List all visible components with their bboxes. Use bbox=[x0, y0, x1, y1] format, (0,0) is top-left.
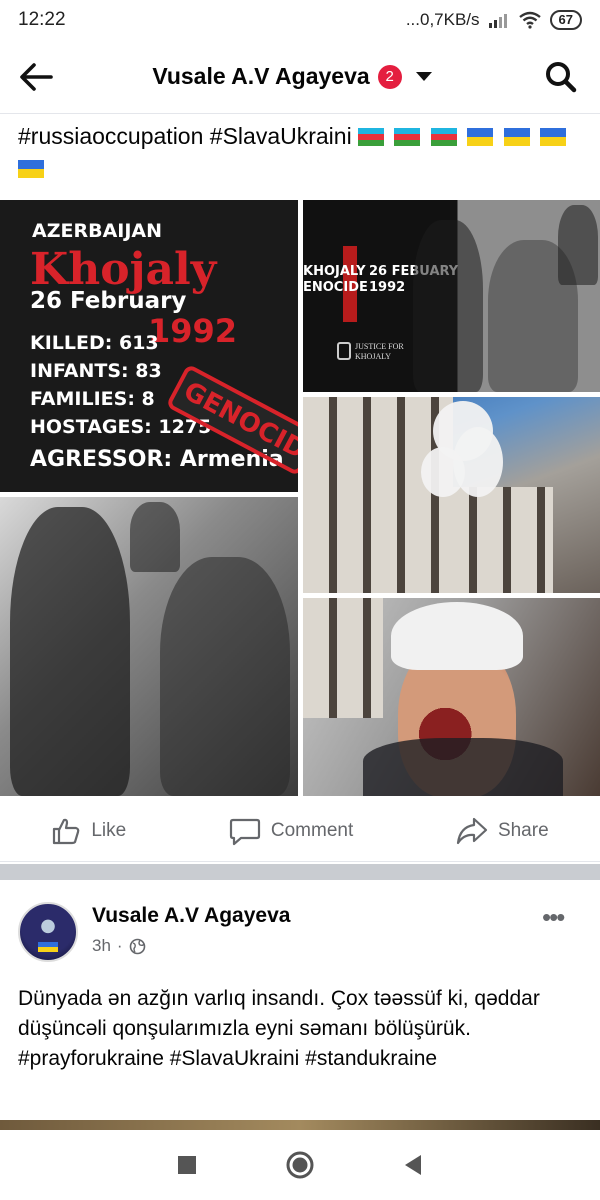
stat-value: 8 bbox=[141, 388, 155, 410]
battery-icon: 67 bbox=[549, 10, 582, 30]
ukraine-flag-icon bbox=[503, 128, 530, 146]
khojaly-poster-image[interactable]: AZERBAIJAN Khojaly 26 February 1992 KILL… bbox=[0, 200, 298, 492]
ukraine-flag-icon bbox=[540, 128, 567, 146]
justice-brand: JUSTICE FOR KHOJALY bbox=[355, 342, 404, 362]
azerbaijan-flag-icon bbox=[358, 128, 385, 146]
stat-value: 83 bbox=[135, 360, 162, 382]
home-circle-icon bbox=[286, 1151, 314, 1179]
photo-figure bbox=[130, 502, 180, 572]
post-meta: 3h · bbox=[92, 936, 146, 956]
photo-smoke bbox=[421, 447, 465, 497]
stat-label: INFANTS: bbox=[30, 360, 129, 382]
recents-button[interactable] bbox=[167, 1145, 207, 1185]
back-nav-button[interactable] bbox=[393, 1145, 433, 1185]
event-line: KHOJALY bbox=[303, 264, 366, 279]
photo-building bbox=[303, 598, 383, 718]
system-nav-bar bbox=[0, 1130, 600, 1200]
like-button[interactable]: Like bbox=[51, 816, 126, 846]
poster-year: 1992 bbox=[148, 312, 238, 350]
search-button[interactable] bbox=[522, 40, 600, 114]
home-button[interactable] bbox=[280, 1145, 320, 1185]
stat-label: FAMILIES: bbox=[30, 388, 135, 410]
search-icon bbox=[546, 61, 577, 92]
poster-stat: HOSTAGES: 1275 bbox=[30, 416, 211, 438]
page-title: Vusale A.V Agayeva bbox=[152, 63, 370, 89]
azerbaijan-flag-icon bbox=[430, 128, 457, 146]
wifi-icon bbox=[518, 11, 541, 29]
share-icon bbox=[456, 817, 488, 844]
globe-icon bbox=[129, 938, 145, 954]
event-line: ENOCIDE bbox=[303, 280, 368, 295]
triangle-back-icon bbox=[405, 1155, 422, 1175]
stat-label: KILLED: bbox=[30, 332, 113, 354]
brand-line: KHOJALY bbox=[355, 352, 392, 361]
post-actions: Like Comment Share bbox=[0, 800, 600, 862]
photo-building bbox=[303, 397, 453, 593]
comment-label: Comment bbox=[270, 819, 354, 841]
poster-stat: INFANTS: 83 bbox=[30, 360, 162, 382]
app-bar: Vusale A.V Agayeva 2 bbox=[0, 40, 600, 114]
brand-line: JUSTICE FOR bbox=[355, 342, 404, 351]
profile-switcher[interactable]: Vusale A.V Agayeva 2 bbox=[72, 63, 522, 90]
arrow-left-icon bbox=[20, 62, 53, 91]
poster-agressor: AGRESSOR: Armenia bbox=[30, 447, 284, 472]
feed-divider bbox=[0, 864, 600, 880]
next-post-image-preview[interactable] bbox=[0, 1120, 600, 1130]
avatar[interactable] bbox=[18, 902, 78, 962]
network-speed: ...0,7KB/s bbox=[405, 10, 480, 29]
agressor-label: AGRESSOR: bbox=[30, 447, 173, 472]
poster-country: AZERBAIJAN bbox=[32, 220, 163, 242]
poster-stat: KILLED: 613 bbox=[30, 332, 159, 354]
poster-date: 26 February bbox=[30, 288, 187, 314]
notification-badge: 2 bbox=[377, 64, 402, 89]
photo-figure bbox=[10, 507, 130, 796]
ukraine-flag-icon bbox=[18, 160, 44, 178]
photo-figure bbox=[160, 557, 290, 796]
more-options-icon[interactable]: ••• bbox=[542, 902, 565, 933]
status-bar: 12:22 ...0,7KB/s 67 bbox=[0, 0, 600, 40]
stat-value: 613 bbox=[118, 332, 159, 354]
share-button[interactable]: Share bbox=[456, 817, 549, 845]
comment-icon bbox=[229, 818, 260, 845]
like-label: Like bbox=[91, 819, 127, 841]
ukraine-flag-icon bbox=[38, 942, 58, 952]
post-author[interactable]: Vusale A.V Agayeva bbox=[92, 904, 290, 928]
post-time[interactable]: 3h bbox=[92, 936, 111, 956]
photo-figure bbox=[413, 220, 483, 392]
post-text: Dünyada ən azğın varlıq insandı. Çox təə… bbox=[18, 987, 540, 1070]
injured-woman-image[interactable] bbox=[303, 598, 600, 796]
status-icons: ...0,7KB/s 67 bbox=[406, 10, 582, 30]
status-time: 12:22 bbox=[18, 9, 66, 30]
event-title: KHOJALY ENOCIDE bbox=[303, 264, 368, 296]
stat-label: HOSTAGES: bbox=[30, 416, 152, 438]
square-icon bbox=[177, 1156, 196, 1174]
grieving-man-image[interactable] bbox=[0, 497, 298, 796]
thumbs-up-icon bbox=[53, 818, 80, 844]
photo-building bbox=[443, 487, 553, 593]
khojaly-genocide-image[interactable]: KHOJALY ENOCIDE 26 FEBUARY 1992 JUSTICE … bbox=[303, 200, 600, 392]
back-button[interactable] bbox=[0, 40, 72, 114]
photo-figure bbox=[558, 205, 598, 285]
justice-logo-icon bbox=[337, 342, 351, 360]
azerbaijan-flag-icon bbox=[394, 128, 421, 146]
photo-bandage bbox=[391, 602, 523, 670]
meta-separator: · bbox=[116, 936, 123, 955]
chevron-down-icon bbox=[415, 72, 432, 81]
hashtag-text[interactable]: #russiaoccupation #SlavaUkraini bbox=[18, 123, 352, 149]
comment-button[interactable]: Comment bbox=[229, 816, 353, 846]
burning-building-image[interactable] bbox=[303, 397, 600, 593]
poster-stat: FAMILIES: 8 bbox=[30, 388, 155, 410]
share-label: Share bbox=[497, 819, 549, 841]
photo-collage[interactable]: AZERBAIJAN Khojaly 26 February 1992 KILL… bbox=[0, 200, 600, 796]
post-hashtags: #russiaoccupation #SlavaUkraini bbox=[18, 120, 588, 184]
feed-post: Vusale A.V Agayeva 3h · ••• Dünyada ən a… bbox=[0, 880, 600, 1120]
signal-icon bbox=[488, 14, 507, 28]
photo-figure bbox=[363, 738, 563, 796]
ukraine-flag-icon bbox=[467, 128, 494, 146]
